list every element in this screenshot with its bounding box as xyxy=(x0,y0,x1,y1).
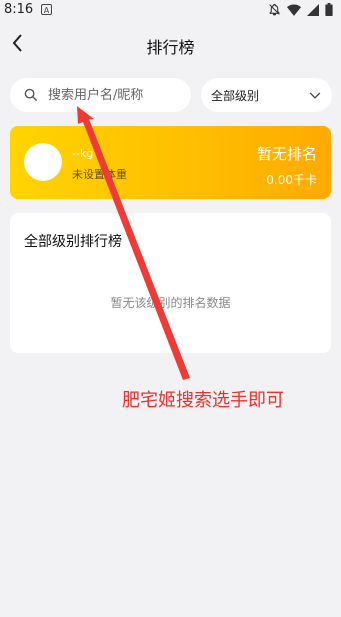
annotation-text: 肥宅姬搜索选手即可 xyxy=(122,390,284,411)
annotation-arrow xyxy=(77,106,190,380)
